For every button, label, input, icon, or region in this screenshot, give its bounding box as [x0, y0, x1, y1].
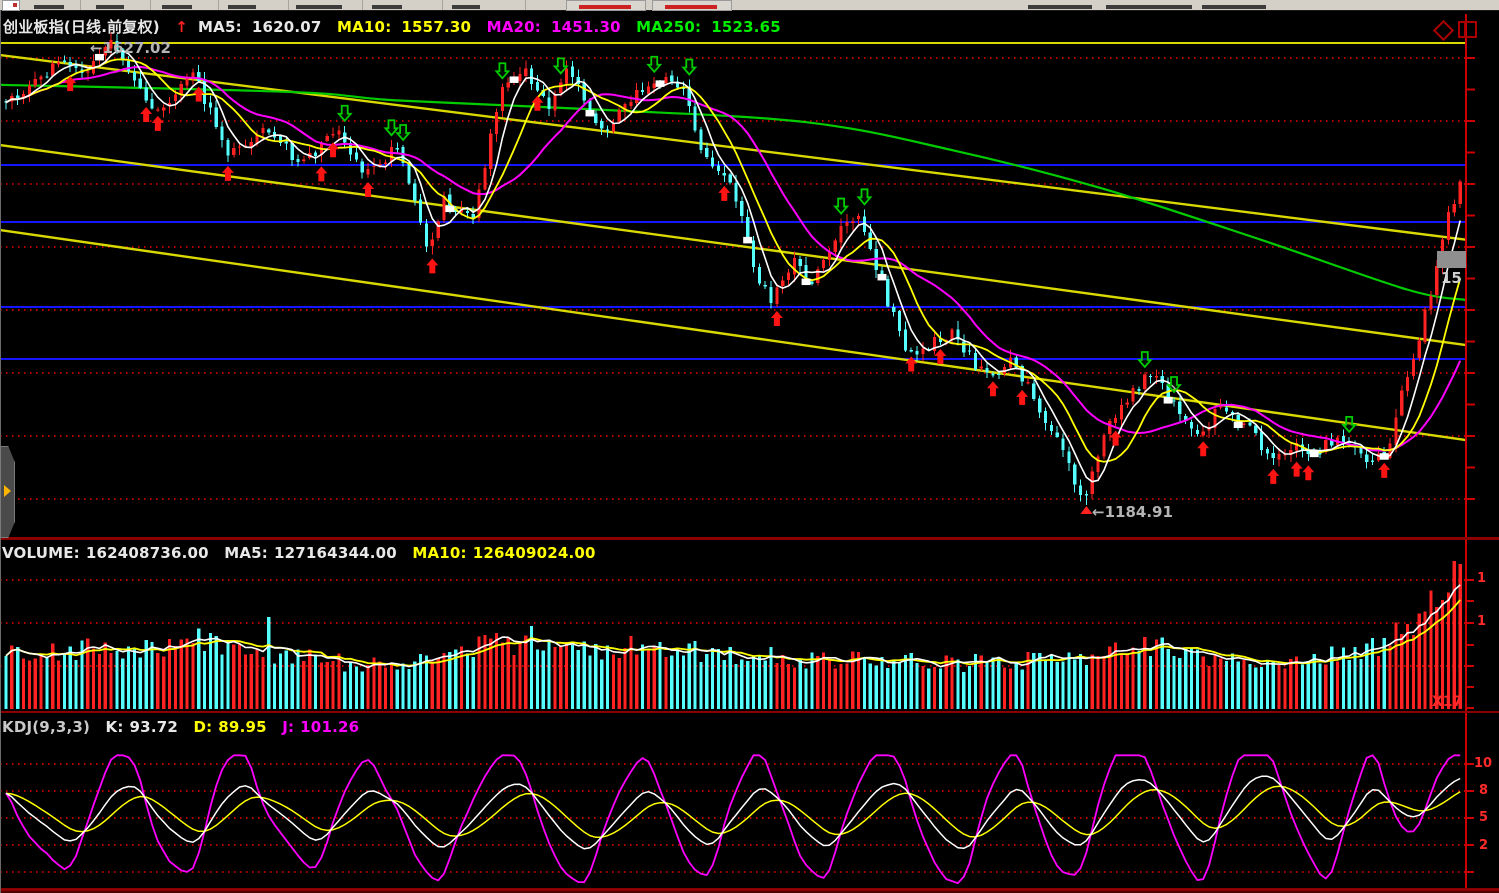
volume-ma10-label: MA10:	[412, 544, 466, 562]
volume-axis-label: 1	[1477, 571, 1486, 586]
low-price-annotation: ←1184.91	[1092, 503, 1173, 521]
ma5-label: MA5:	[198, 18, 242, 36]
ma20-label: MA20:	[487, 18, 541, 36]
kdj-j-value: 101.26	[300, 718, 359, 736]
kdj-axis-80: 8	[1479, 783, 1488, 798]
volume-label: VOLUME:	[2, 544, 80, 562]
kdj-axis-100: 10	[1474, 756, 1492, 771]
pane-borders	[0, 537, 1499, 893]
sidebar-expand-handle[interactable]	[0, 446, 15, 538]
ma250-line	[0, 85, 1466, 300]
volume-ma10-value: 126409024.00	[473, 544, 596, 562]
ma10-value: 1557.30	[401, 18, 471, 36]
kdj-axis-50: 5	[1479, 810, 1488, 825]
volume-axis-label: 1	[1477, 614, 1486, 629]
current-price-tag-box	[1437, 251, 1466, 268]
kdj-k-value: 93.72	[130, 718, 178, 736]
chart-canvas[interactable]	[0, 0, 1499, 893]
expand-arrow-icon	[4, 485, 11, 497]
ma5-value: 1620.07	[252, 18, 322, 36]
split-window-icon[interactable]	[1458, 21, 1477, 38]
ma10-label: MA10:	[337, 18, 391, 36]
kdj-d-label: D:	[193, 718, 212, 736]
kdj-axis-20: 2	[1479, 838, 1488, 853]
trend-lines	[0, 43, 1466, 440]
trading-terminal: 创业板指(日线.前复权) ↑ MA5: 1620.07 MA10: 1557.30 M…	[0, 0, 1499, 893]
volume-ma5-label: MA5:	[224, 544, 268, 562]
volume-corner-label: X17	[1432, 694, 1462, 710]
signal-markers	[64, 54, 1390, 514]
kdj-header: KDJ(9,3,3) K: 93.72 D: 89.95 J: 101.26	[2, 718, 369, 736]
kdj-k-label: K:	[106, 718, 124, 736]
candlestick-series	[4, 32, 1461, 505]
ma20-value: 1451.30	[551, 18, 621, 36]
volume-header: VOLUME: 162408736.00 MA5: 127164344.00 MA1…	[2, 544, 606, 562]
kdj-d-value: 89.95	[218, 718, 266, 736]
split-window-icon-bar	[1464, 23, 1466, 36]
volume-ma5-value: 127164344.00	[274, 544, 397, 562]
gridlines	[0, 58, 1466, 872]
ma250-value: 1523.65	[711, 18, 781, 36]
ma250-label: MA250:	[636, 18, 701, 36]
up-arrow-icon: ↑	[175, 18, 188, 36]
high-price-annotation: ←1627.02	[90, 39, 171, 57]
main-chart-header: 创业板指(日线.前复权) ↑ MA5: 1620.07 MA10: 1557.30 M…	[3, 16, 791, 37]
volume-bars	[4, 561, 1461, 709]
kdj-j-label: J:	[282, 718, 294, 736]
symbol-title: 创业板指(日线.前复权)	[3, 18, 160, 36]
volume-value: 162408736.00	[86, 544, 209, 562]
kdj-lines	[6, 755, 1460, 883]
current-price-tag-text: 15	[1441, 269, 1462, 287]
volume-ma-lines	[6, 585, 1460, 668]
kdj-label: KDJ(9,3,3)	[2, 718, 90, 736]
